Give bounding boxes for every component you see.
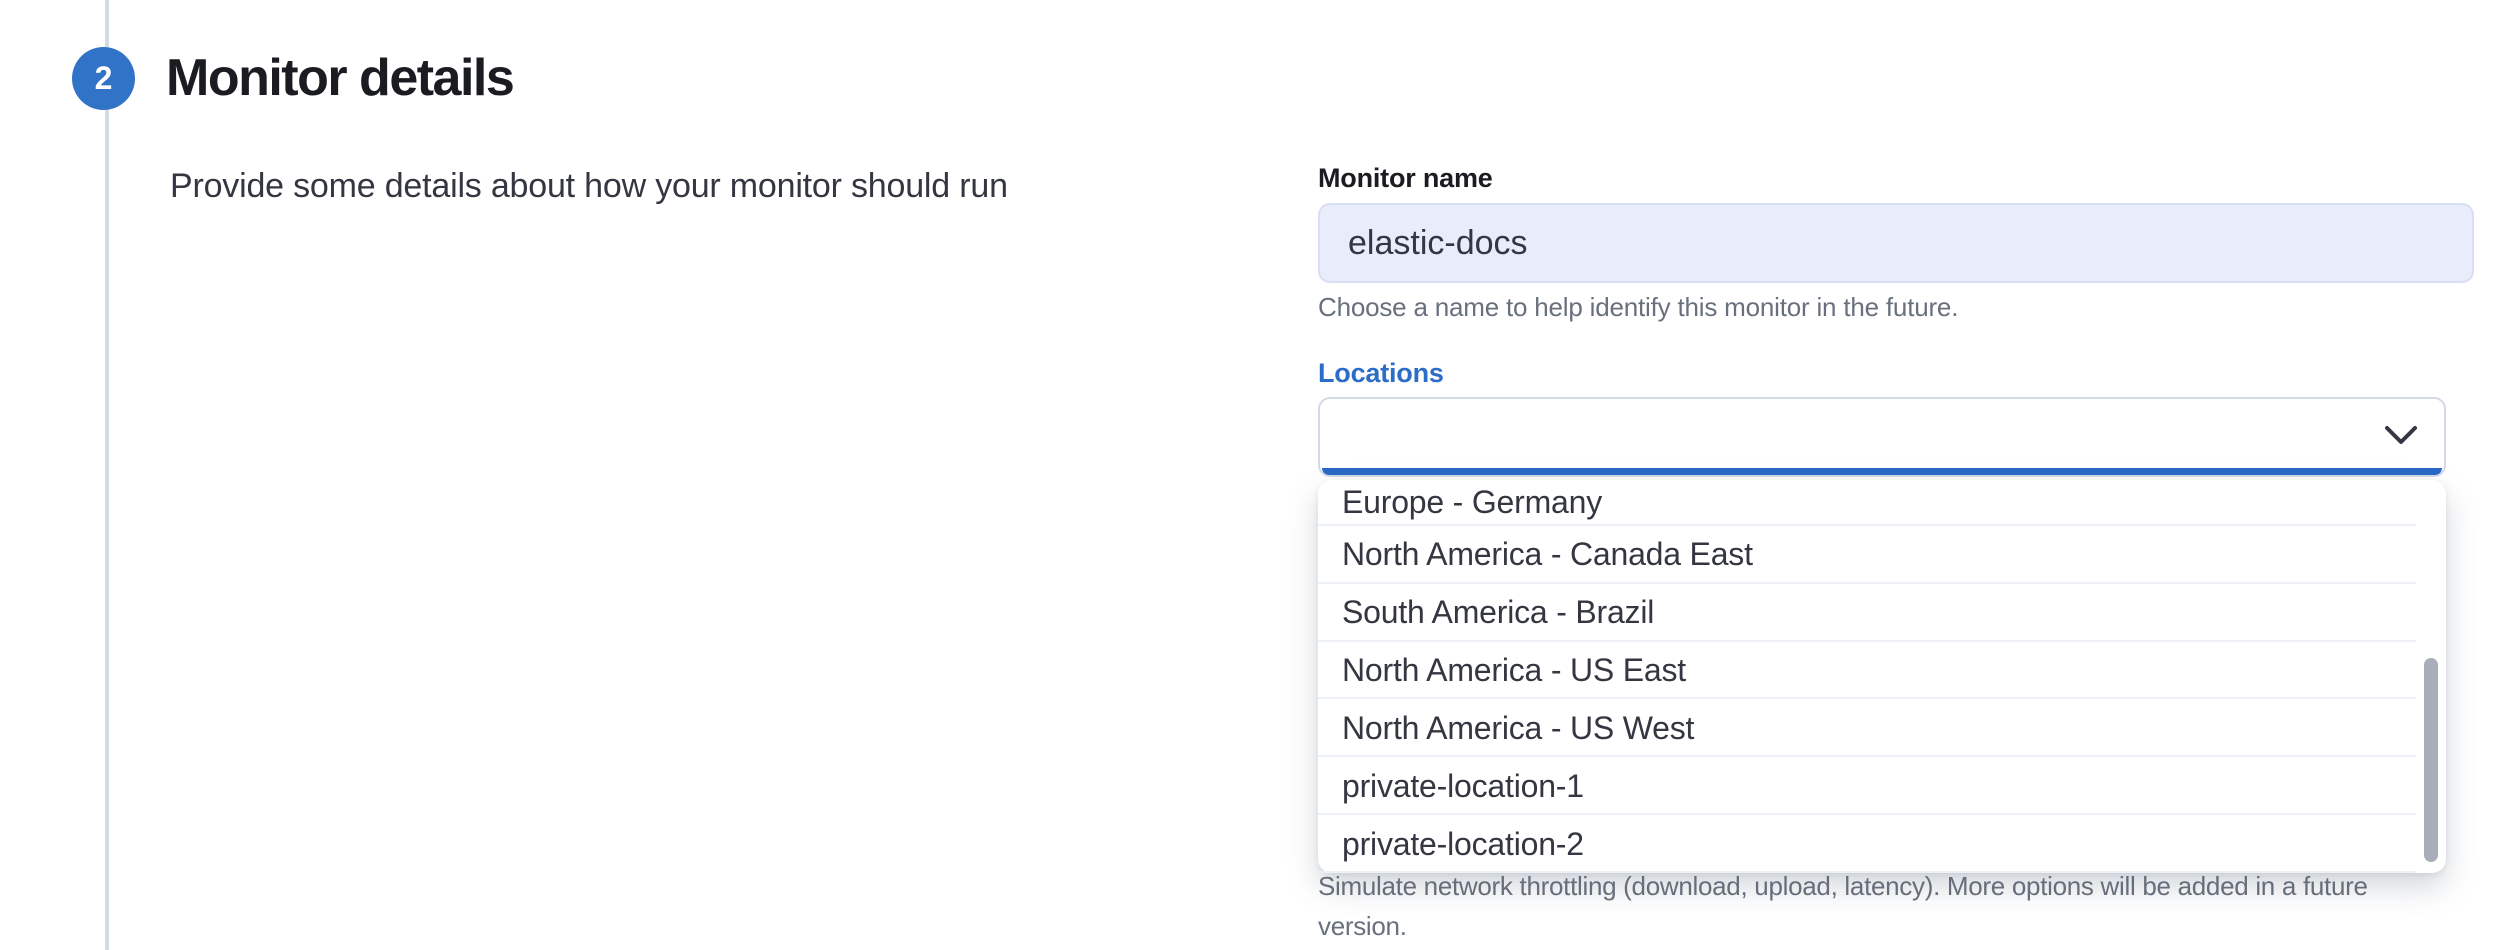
monitor-details-step: 2 Monitor details Provide some details a… [0, 0, 2520, 950]
monitor-name-label: Monitor name [1318, 163, 1493, 194]
throttling-help: Simulate network throttling (download, u… [1318, 866, 2368, 946]
page-title: Monitor details [166, 48, 513, 108]
location-option[interactable]: North America - US East [1318, 642, 2446, 700]
location-option[interactable]: North America - US West [1318, 699, 2446, 757]
location-option[interactable]: Europe - Germany [1318, 480, 2446, 526]
dropdown-scrollbar-thumb[interactable] [2424, 658, 2438, 862]
step-number-badge: 2 [72, 47, 135, 110]
step-description: Provide some details about how your moni… [170, 167, 1008, 206]
locations-combobox[interactable] [1318, 397, 2446, 477]
location-option[interactable]: North America - Canada East [1318, 526, 2446, 584]
step-number: 2 [95, 60, 113, 97]
locations-dropdown: Europe - Germany North America - Canada … [1318, 480, 2446, 873]
locations-label: Locations [1318, 358, 1444, 389]
throttling-help-line: version. [1318, 906, 2368, 946]
location-option[interactable]: South America - Brazil [1318, 584, 2446, 642]
focus-underline [1322, 468, 2442, 475]
chevron-down-icon[interactable] [2384, 425, 2418, 452]
monitor-name-input[interactable] [1318, 203, 2474, 283]
location-option[interactable]: private-location-2 [1318, 815, 2446, 873]
stepper-connector-line [105, 0, 109, 950]
monitor-name-help: Choose a name to help identify this moni… [1318, 292, 1958, 323]
location-option[interactable]: private-location-1 [1318, 757, 2446, 815]
